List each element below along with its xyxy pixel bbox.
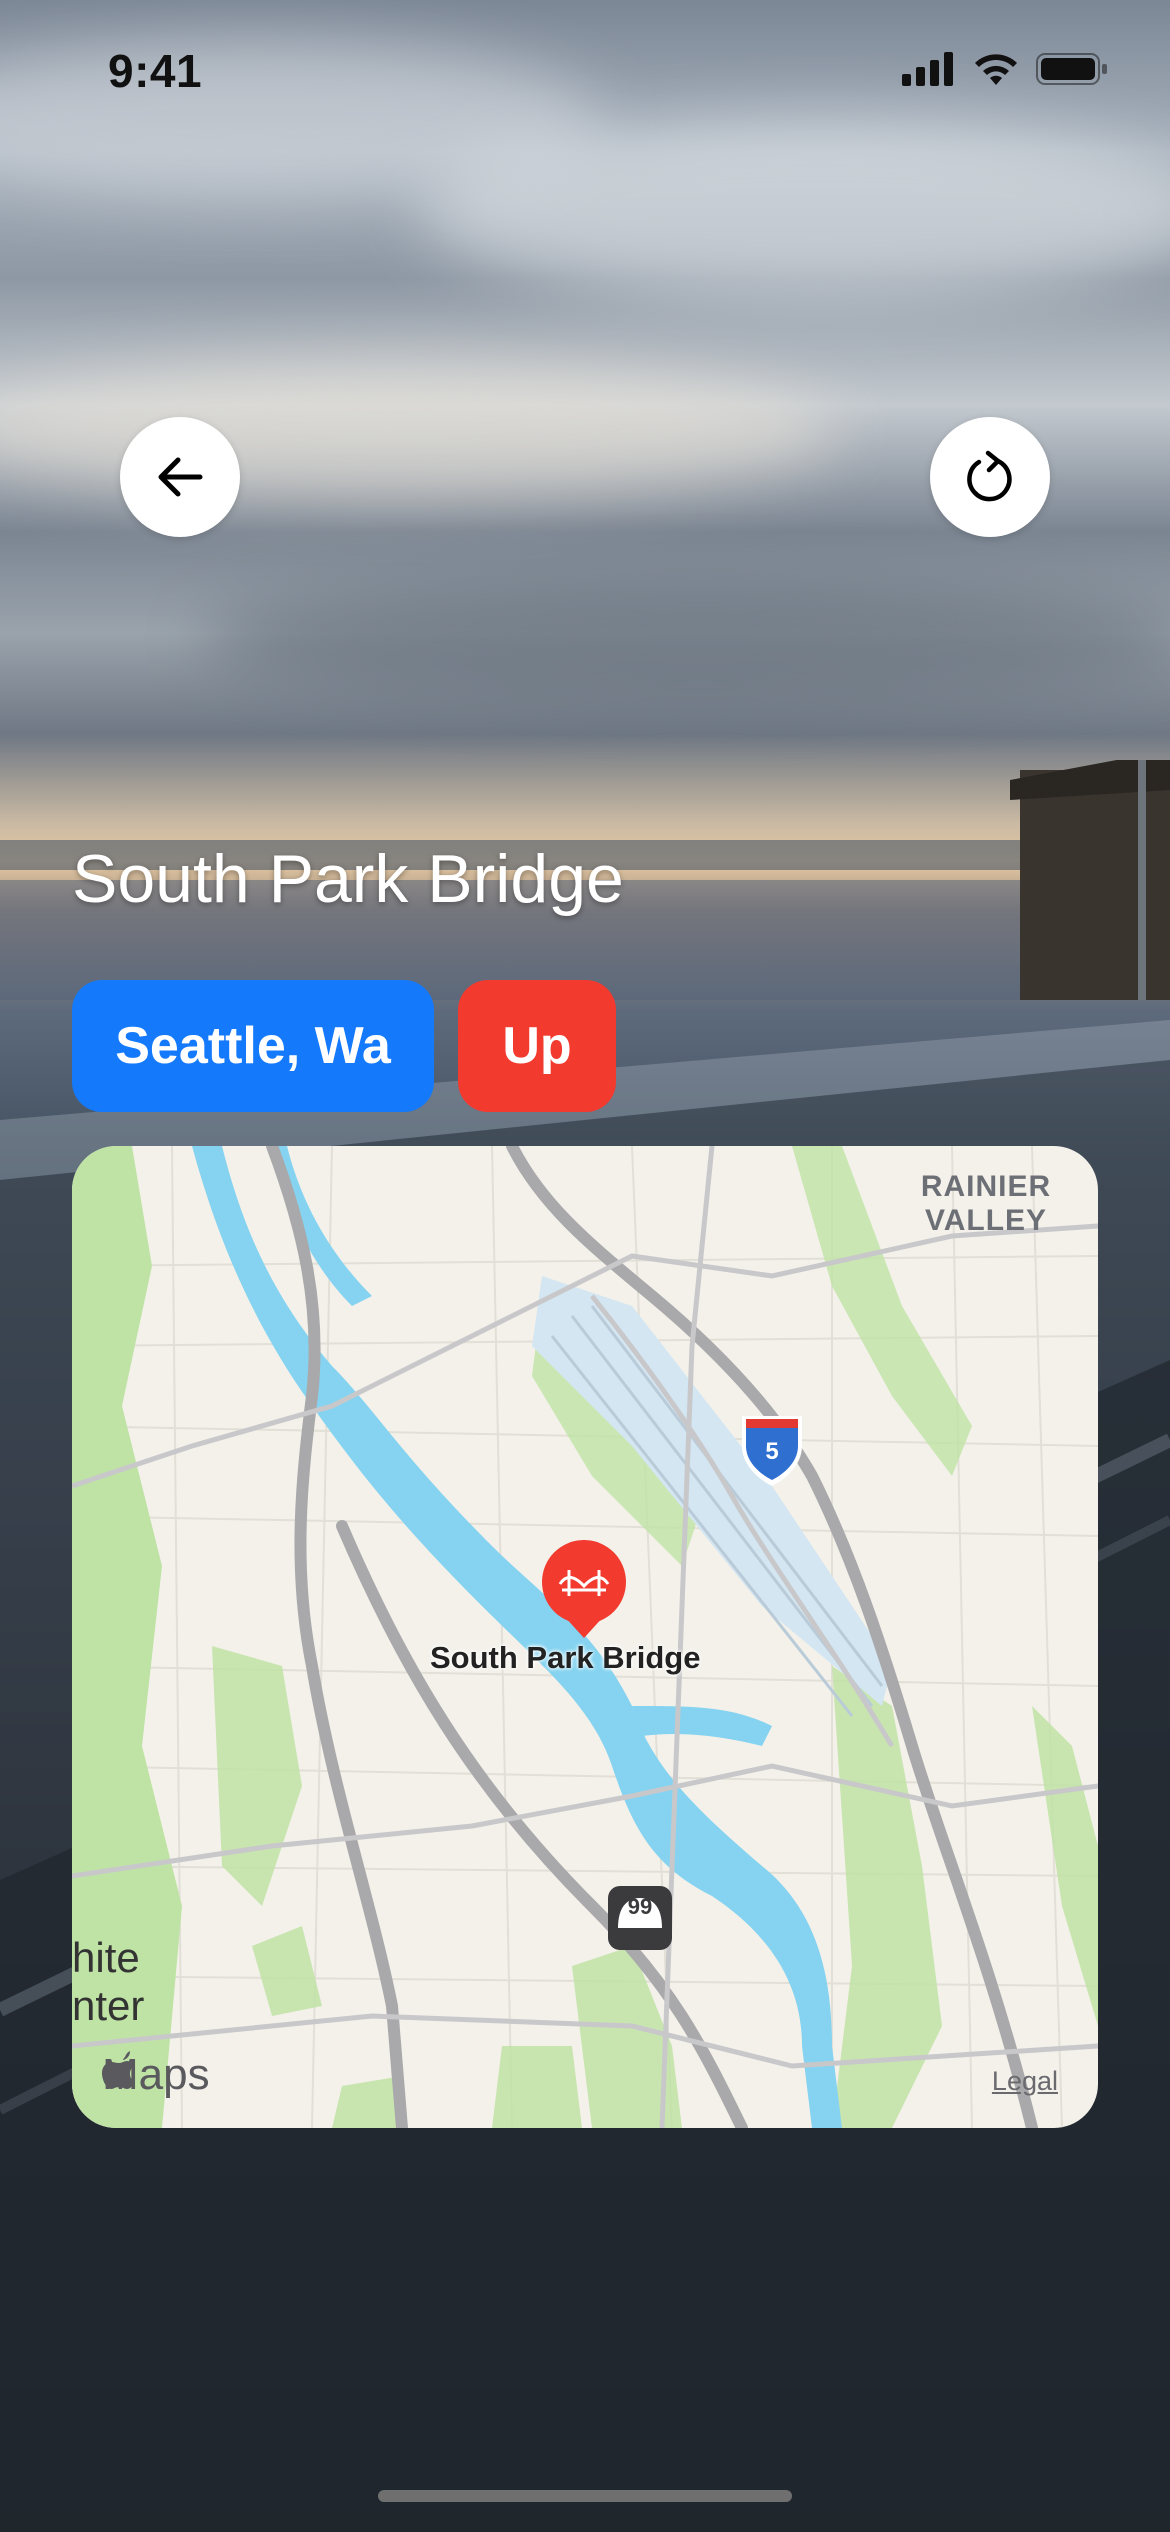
area-label-line1: RAINIER <box>920 1170 1052 1203</box>
maps-brand: Maps <box>102 2050 210 2100</box>
route-99-label: 99 <box>627 1894 653 1919</box>
map-base <box>72 1146 1098 2128</box>
refresh-icon <box>967 450 1012 502</box>
wifi-icon <box>975 54 1017 85</box>
status-time: 9:41 <box>108 45 203 97</box>
location-badge[interactable]: Seattle, Wa <box>72 980 434 1112</box>
interstate-5-label: 5 <box>765 1438 779 1465</box>
legal-link[interactable]: Legal <box>992 2066 1058 2097</box>
area-label-line2: VALLEY <box>924 1204 1048 1237</box>
cloud-shape <box>420 120 1170 300</box>
apple-logo-icon <box>102 2051 135 2089</box>
arrow-left-icon <box>158 457 203 497</box>
screen: 9:41 South Park Bridge Seattle, Wa Up RA… <box>0 0 1170 2532</box>
bridge-status-badge[interactable]: Up <box>458 980 616 1112</box>
status-icons <box>902 52 1108 86</box>
bridge-name: South Park Bridge <box>72 841 624 917</box>
area-label-rainier-valley: RAINIER VALLEY <box>896 1170 1076 1238</box>
pin-label: South Park Bridge <box>430 1640 701 1675</box>
cloud-shape <box>200 580 1170 700</box>
home-indicator[interactable] <box>378 2490 792 2502</box>
partial-place-label: hite nter <box>72 1934 144 2030</box>
battery-icon <box>1036 53 1107 85</box>
cellular-signal-icon <box>902 52 953 86</box>
refresh-button[interactable] <box>930 417 1050 537</box>
partial-label-line1: hite <box>72 1934 140 1981</box>
partial-label-line2: nter <box>72 1982 145 2029</box>
status-bar: 9:41 <box>0 0 1170 140</box>
map-view[interactable]: RAINIER VALLEY 5 99 South Park Bridge hi… <box>72 1146 1098 2128</box>
back-button[interactable] <box>120 417 240 537</box>
